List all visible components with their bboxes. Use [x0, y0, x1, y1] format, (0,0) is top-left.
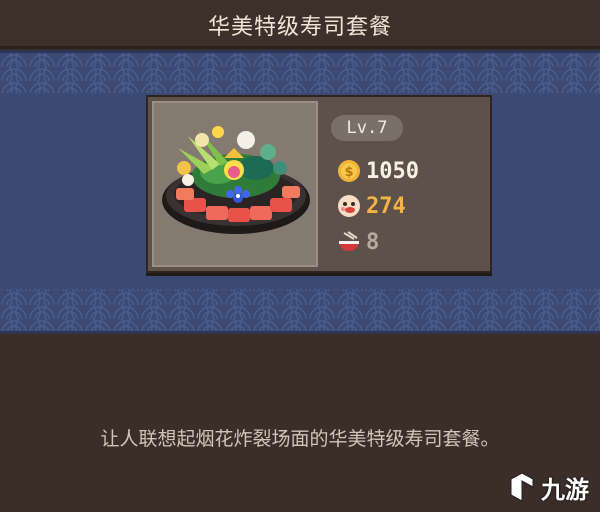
taste-face-icon — [338, 195, 360, 217]
page-title: 华美特级寿司套餐 — [207, 15, 392, 40]
bowl-stat: 8 — [336, 229, 379, 255]
watermark: 九游 — [507, 468, 595, 506]
svg-text:$: $ — [344, 165, 353, 180]
taste-stat: 274 — [336, 193, 406, 219]
level-badge: Lv.7 — [331, 115, 403, 141]
coin-stat: $ 1050 — [336, 158, 419, 184]
header-bar: 华美特级寿司套餐 — [0, 0, 600, 49]
taste-value: 274 — [366, 193, 406, 219]
watermark-logo-icon — [510, 472, 534, 502]
bowl-icon — [339, 231, 359, 251]
coin-value: 1050 — [366, 158, 419, 184]
sushi-platter-icon — [162, 126, 310, 234]
bowl-value: 8 — [366, 229, 380, 255]
watermark-text: 九游 — [541, 475, 589, 504]
item-description: 让人联想起烟花炸裂场面的华美特级寿司套餐。 — [100, 428, 500, 450]
coin-icon: $ — [338, 160, 360, 182]
